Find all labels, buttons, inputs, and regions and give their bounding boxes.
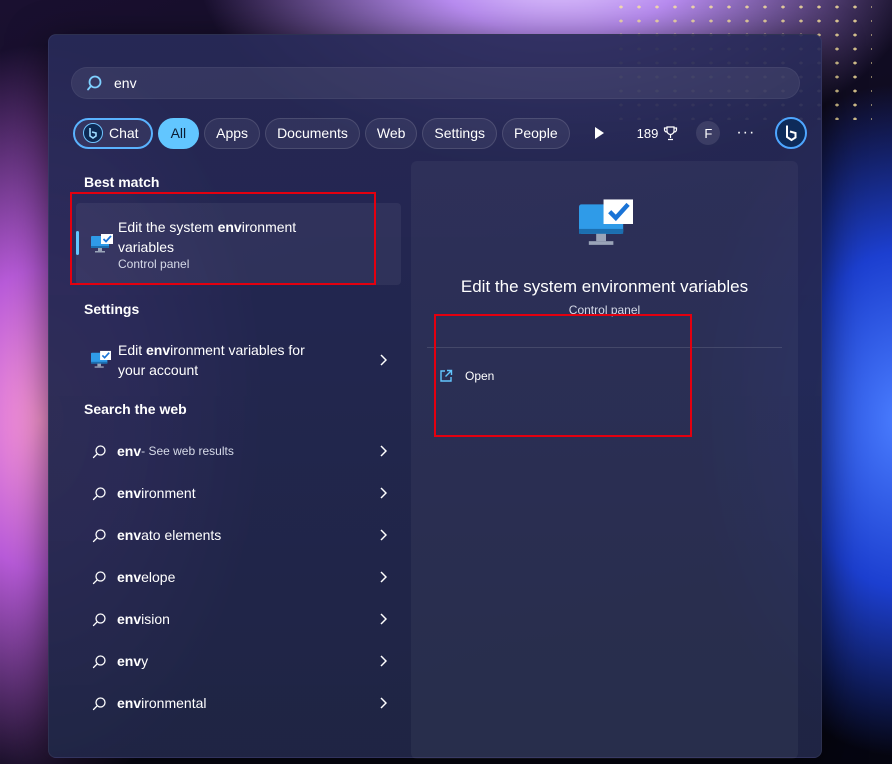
- chevron-right-icon: [380, 529, 387, 541]
- rewards-count: 189: [636, 125, 659, 141]
- search-input[interactable]: [114, 75, 714, 91]
- search-icon: [92, 654, 106, 668]
- settings-result-label: Edit environment variables for your acco…: [118, 342, 305, 378]
- search-box[interactable]: [71, 67, 800, 99]
- best-match-heading: Best match: [84, 174, 160, 190]
- web-result-item[interactable]: envision: [76, 598, 401, 640]
- bing-chat-icon: [83, 123, 103, 143]
- start-search-panel: Chat All Apps Documents Web Settings Peo…: [48, 34, 822, 759]
- web-result-item[interactable]: env - See web results: [76, 430, 401, 472]
- search-icon: [92, 444, 106, 458]
- search-icon: [92, 612, 106, 626]
- chevron-right-icon: [380, 697, 387, 709]
- all-filter-button[interactable]: All: [157, 117, 200, 149]
- profile-avatar[interactable]: F: [696, 121, 721, 145]
- chevron-right-icon: [380, 655, 387, 667]
- annotation-highlight-open: [434, 314, 692, 437]
- chevron-right-icon: [380, 571, 387, 583]
- web-result-label: envelope: [117, 569, 176, 585]
- web-result-hint: - See web results: [141, 444, 234, 458]
- search-icon: [92, 528, 106, 542]
- detail-title: Edit the system environment variables: [460, 277, 749, 296]
- chevron-right-icon: [380, 445, 387, 457]
- chevron-right-icon: [380, 354, 387, 366]
- web-result-label: environment: [117, 485, 196, 501]
- search-icon: [92, 486, 106, 500]
- web-result-item[interactable]: envelope: [76, 556, 401, 598]
- search-icon: [87, 75, 102, 91]
- web-result-label: env: [117, 443, 142, 459]
- trophy-icon: [664, 125, 678, 140]
- system-properties-large-icon: [579, 199, 633, 245]
- web-result-item[interactable]: environment: [76, 472, 401, 514]
- search-web-heading: Search the web: [84, 401, 187, 417]
- chat-filter-label: Chat: [109, 125, 139, 141]
- people-filter-button[interactable]: People: [502, 117, 570, 149]
- rewards-counter[interactable]: 189: [637, 126, 679, 141]
- web-result-item[interactable]: envato elements: [76, 514, 401, 556]
- apps-filter-button[interactable]: Apps: [204, 117, 261, 149]
- filter-bar: Chat All Apps Documents Web Settings Peo…: [73, 116, 808, 150]
- web-filter-button[interactable]: Web: [364, 117, 418, 149]
- chevron-right-icon: [380, 487, 387, 499]
- web-result-label: envato elements: [117, 527, 222, 543]
- more-options-icon[interactable]: ···: [736, 124, 755, 142]
- settings-filter-button[interactable]: Settings: [422, 117, 498, 149]
- system-properties-icon: [91, 350, 111, 368]
- documents-filter-button[interactable]: Documents: [265, 117, 360, 149]
- annotation-highlight-best-match: [70, 192, 376, 285]
- detail-pane: Edit the system environment variables Co…: [411, 161, 798, 759]
- settings-result-item[interactable]: Edit environment variables for your acco…: [76, 335, 401, 385]
- chat-filter-button[interactable]: Chat: [73, 117, 153, 149]
- bing-icon[interactable]: [775, 117, 808, 149]
- web-result-label: envision: [117, 611, 170, 627]
- play-more-filters-icon[interactable]: [591, 125, 607, 141]
- settings-heading: Settings: [84, 301, 140, 317]
- search-icon: [92, 570, 106, 584]
- web-result-label: envy: [117, 653, 149, 669]
- search-icon: [92, 696, 106, 710]
- web-result-item[interactable]: environmental: [76, 682, 401, 724]
- web-result-item[interactable]: envy: [76, 640, 401, 682]
- chevron-right-icon: [380, 613, 387, 625]
- web-result-label: environmental: [117, 695, 207, 711]
